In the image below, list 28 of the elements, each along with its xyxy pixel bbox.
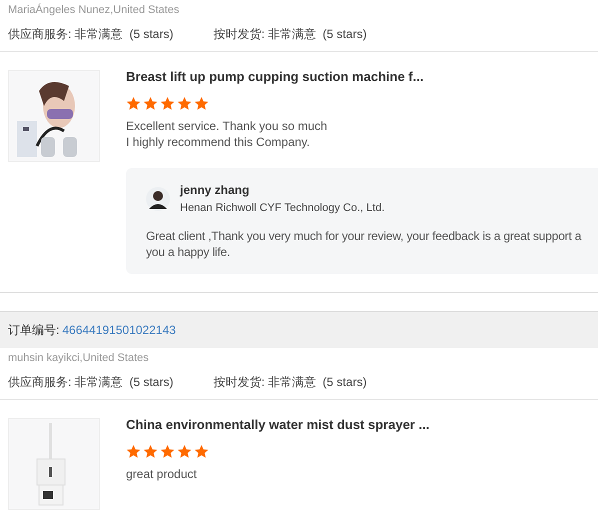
review-comment: I highly recommend this Company.	[126, 134, 311, 150]
star-icon	[177, 96, 192, 111]
reply-text: Great client ,Thank you very much for your review, your feedback is a great support a	[146, 228, 582, 244]
review-comment: great product	[126, 466, 198, 482]
star-icon	[160, 96, 175, 111]
product-title-link[interactable]: China environmentally water mist dust sprayer ...	[126, 417, 598, 433]
rating-text: 按时发货: 非常满意 (5 stars)	[213, 374, 367, 390]
star-icon	[194, 96, 209, 111]
reply-text: you a happy life.	[146, 244, 231, 260]
avatar-icon	[146, 186, 170, 212]
seller-company: Henan Richwoll CYF Technology Co., Ltd.	[180, 201, 385, 216]
order-number-link[interactable]: 46644191501022143	[62, 323, 176, 337]
star-icon	[160, 444, 175, 459]
review-comment: Excellent service. Thank you so much	[126, 118, 328, 134]
star-icon	[143, 444, 158, 459]
star-icon	[177, 444, 192, 459]
rating-text: 供应商服务: 非常满意 (5 stars)	[8, 374, 174, 390]
product-title-link[interactable]: Breast lift up pump cupping suction machine f...	[126, 69, 598, 85]
star-icon	[194, 444, 209, 459]
rating-text: 按时发货: 非常满意 (5 stars)	[213, 26, 367, 42]
star-icon	[126, 444, 141, 459]
rating-text: 供应商服务: 非常满意 (5 stars)	[8, 26, 174, 42]
reviewer-name: muhsin kayikci,United States	[8, 351, 150, 365]
reviewer-name: MariaÁngeles Nunez,United States	[8, 3, 180, 17]
order-label: 订单编号:	[8, 322, 60, 338]
star-icon	[143, 96, 158, 111]
seller-name: jenny zhang	[180, 182, 250, 198]
star-icon	[126, 96, 141, 111]
